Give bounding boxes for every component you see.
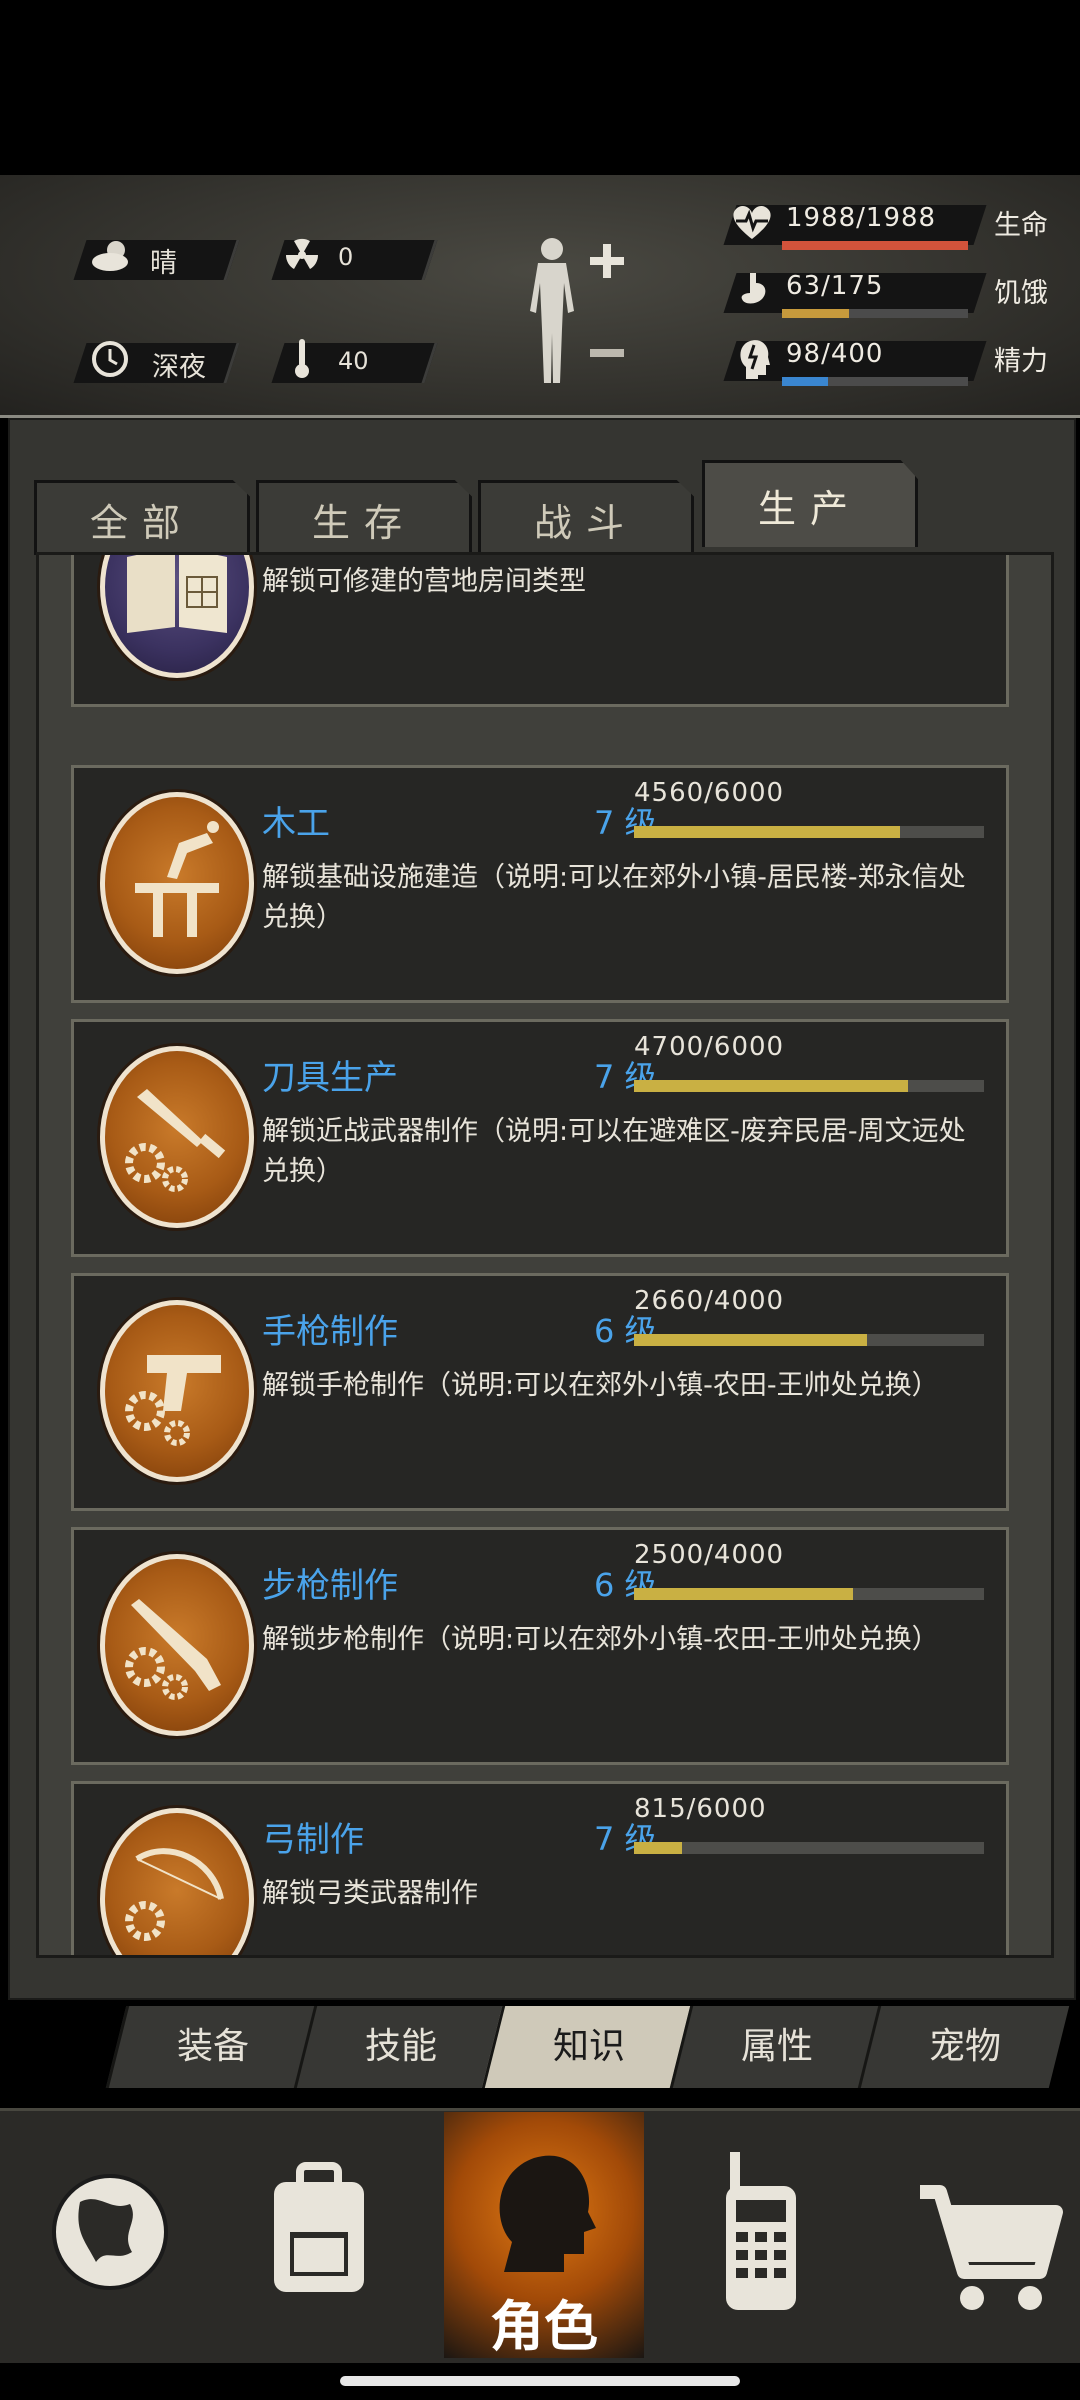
shop-button[interactable] xyxy=(880,2112,1070,2358)
cloud-sun-icon xyxy=(92,241,128,271)
rifle-gear-icon xyxy=(100,1554,254,1736)
hunger-fill xyxy=(782,309,849,318)
skill-card-carpentry[interactable]: 木工 7 级 4560/6000 解锁基础设施建造（说明:可以在郊外小镇-居民楼… xyxy=(71,765,1009,1003)
energy-fill xyxy=(782,377,828,386)
backpack-button[interactable] xyxy=(228,2112,418,2358)
skill-list[interactable]: 解锁可修建的营地房间类型 木工 7 级 4560/6000 解锁基础设施建造（说… xyxy=(36,552,1054,1958)
subtab-equipment-label: 装备 xyxy=(176,2026,249,2067)
time-of-day: 深夜 xyxy=(152,352,206,383)
skill-desc: 解锁近战武器制作（说明:可以在避难区-废弃民居-周文远处兑换） xyxy=(262,1116,966,1187)
pistol-gear-icon xyxy=(100,1300,254,1482)
skill-name: 木工 xyxy=(262,804,330,844)
radio-button[interactable] xyxy=(670,2112,860,2358)
skill-xp: 2660/4000 xyxy=(634,1286,785,1316)
skill-xp-fill xyxy=(634,1334,867,1346)
carpentry-icon xyxy=(100,792,254,974)
book-blueprint-icon xyxy=(100,555,254,678)
skill-xp-fill xyxy=(634,1080,909,1092)
skill-xp-track xyxy=(634,1588,984,1600)
skill-card-building[interactable]: 解锁可修建的营地房间类型 xyxy=(71,555,1009,707)
stomach-icon xyxy=(741,273,766,304)
skill-xp-track xyxy=(634,1334,984,1346)
skill-desc: 解锁基础设施建造（说明:可以在郊外小镇-居民楼-郑永信处兑换） xyxy=(262,862,966,933)
health-value: 1988/1988 xyxy=(786,203,937,233)
walkie-talkie-icon xyxy=(726,2152,796,2310)
skill-desc: 解锁弓类武器制作 xyxy=(262,1878,478,1909)
character-button[interactable]: 角色 xyxy=(444,2112,644,2358)
tab-production[interactable]: 生产 xyxy=(702,460,918,547)
tab-survival[interactable]: 生存 xyxy=(256,480,472,555)
skill-xp: 2500/4000 xyxy=(634,1540,785,1570)
thermometer-icon xyxy=(295,339,309,378)
skill-card-rifle[interactable]: 步枪制作 6 级 2500/4000 解锁步枪制作（说明:可以在郊外小镇-农田-… xyxy=(71,1527,1009,1765)
hunger-track xyxy=(782,309,968,318)
skill-xp: 4560/6000 xyxy=(634,778,785,808)
home-indicator[interactable] xyxy=(340,2376,740,2386)
map-button[interactable] xyxy=(20,2112,210,2358)
radiation-value: 0 xyxy=(338,243,354,271)
skill-xp-track xyxy=(634,826,984,838)
skill-desc: 解锁手枪制作（说明:可以在郊外小镇-农田-王帅处兑换） xyxy=(262,1370,939,1401)
head-silhouette-icon xyxy=(499,2155,596,2272)
skill-desc: 解锁步枪制作（说明:可以在郊外小镇-农田-王帅处兑换） xyxy=(262,1624,939,1655)
skill-name: 步枪制作 xyxy=(262,1566,398,1606)
head-brain-icon xyxy=(740,340,770,379)
health-label: 生命 xyxy=(994,210,1048,241)
skill-card-knife[interactable]: 刀具生产 7 级 4700/6000 解锁近战武器制作（说明:可以在避难区-废弃… xyxy=(71,1019,1009,1257)
character-label: 角色 xyxy=(490,2295,598,2358)
hunger-value: 63/175 xyxy=(786,271,884,301)
skill-xp-track xyxy=(634,1842,984,1854)
energy-value: 98/400 xyxy=(786,339,884,369)
health-fill xyxy=(782,241,968,250)
skill-xp-fill xyxy=(634,1842,682,1854)
subtab-skills-label: 技能 xyxy=(364,2026,437,2067)
knife-gear-icon xyxy=(100,1046,254,1228)
subtab-knowledge[interactable]: 知识 xyxy=(481,2006,694,2088)
subtab-equipment[interactable]: 装备 xyxy=(105,2006,318,2088)
tab-combat[interactable]: 战斗 xyxy=(478,480,694,555)
subtab-attributes[interactable]: 属性 xyxy=(669,2006,882,2088)
skill-xp-fill xyxy=(634,826,900,838)
tab-all[interactable]: 全部 xyxy=(34,480,250,555)
subtab-skills[interactable]: 技能 xyxy=(293,2006,506,2088)
skill-xp-track xyxy=(634,1080,984,1092)
skill-card-pistol[interactable]: 手枪制作 6 级 2660/4000 解锁手枪制作（说明:可以在郊外小镇-农田-… xyxy=(71,1273,1009,1511)
globe-icon xyxy=(52,2174,168,2290)
subtab-knowledge-label: 知识 xyxy=(552,2026,625,2067)
skill-xp-fill xyxy=(634,1588,853,1600)
backpack-icon xyxy=(274,2162,364,2292)
radiation-icon xyxy=(285,238,319,269)
body-status-icon[interactable] xyxy=(520,233,630,393)
weather-text: 晴 xyxy=(150,248,177,279)
skill-name: 手枪制作 xyxy=(262,1312,398,1352)
subtab-attributes-label: 属性 xyxy=(740,2026,813,2067)
skill-xp: 4700/6000 xyxy=(634,1032,785,1062)
subtab-pets-label: 宠物 xyxy=(928,2026,1001,2067)
health-track xyxy=(782,241,968,250)
bow-gear-icon xyxy=(100,1808,254,1955)
clock-icon xyxy=(92,341,128,377)
skill-name: 弓制作 xyxy=(262,1820,364,1860)
energy-label: 精力 xyxy=(994,346,1048,377)
hunger-label: 饥饿 xyxy=(994,278,1048,309)
skill-desc: 解锁可修建的营地房间类型 xyxy=(262,566,586,597)
energy-track xyxy=(782,377,968,386)
temperature-value: 40 xyxy=(338,347,369,375)
heart-icon xyxy=(733,206,771,239)
skill-card-bow[interactable]: 弓制作 7 级 815/6000 解锁弓类武器制作 xyxy=(71,1781,1009,1955)
status-header: 晴 0 深夜 40 1988/1988 生命 63/175 饥饿 98/400 … xyxy=(0,175,1080,418)
cart-icon xyxy=(920,2185,1063,2310)
skill-name: 刀具生产 xyxy=(262,1058,398,1098)
skill-xp: 815/6000 xyxy=(634,1794,767,1824)
subtab-pets[interactable]: 宠物 xyxy=(857,2006,1070,2088)
